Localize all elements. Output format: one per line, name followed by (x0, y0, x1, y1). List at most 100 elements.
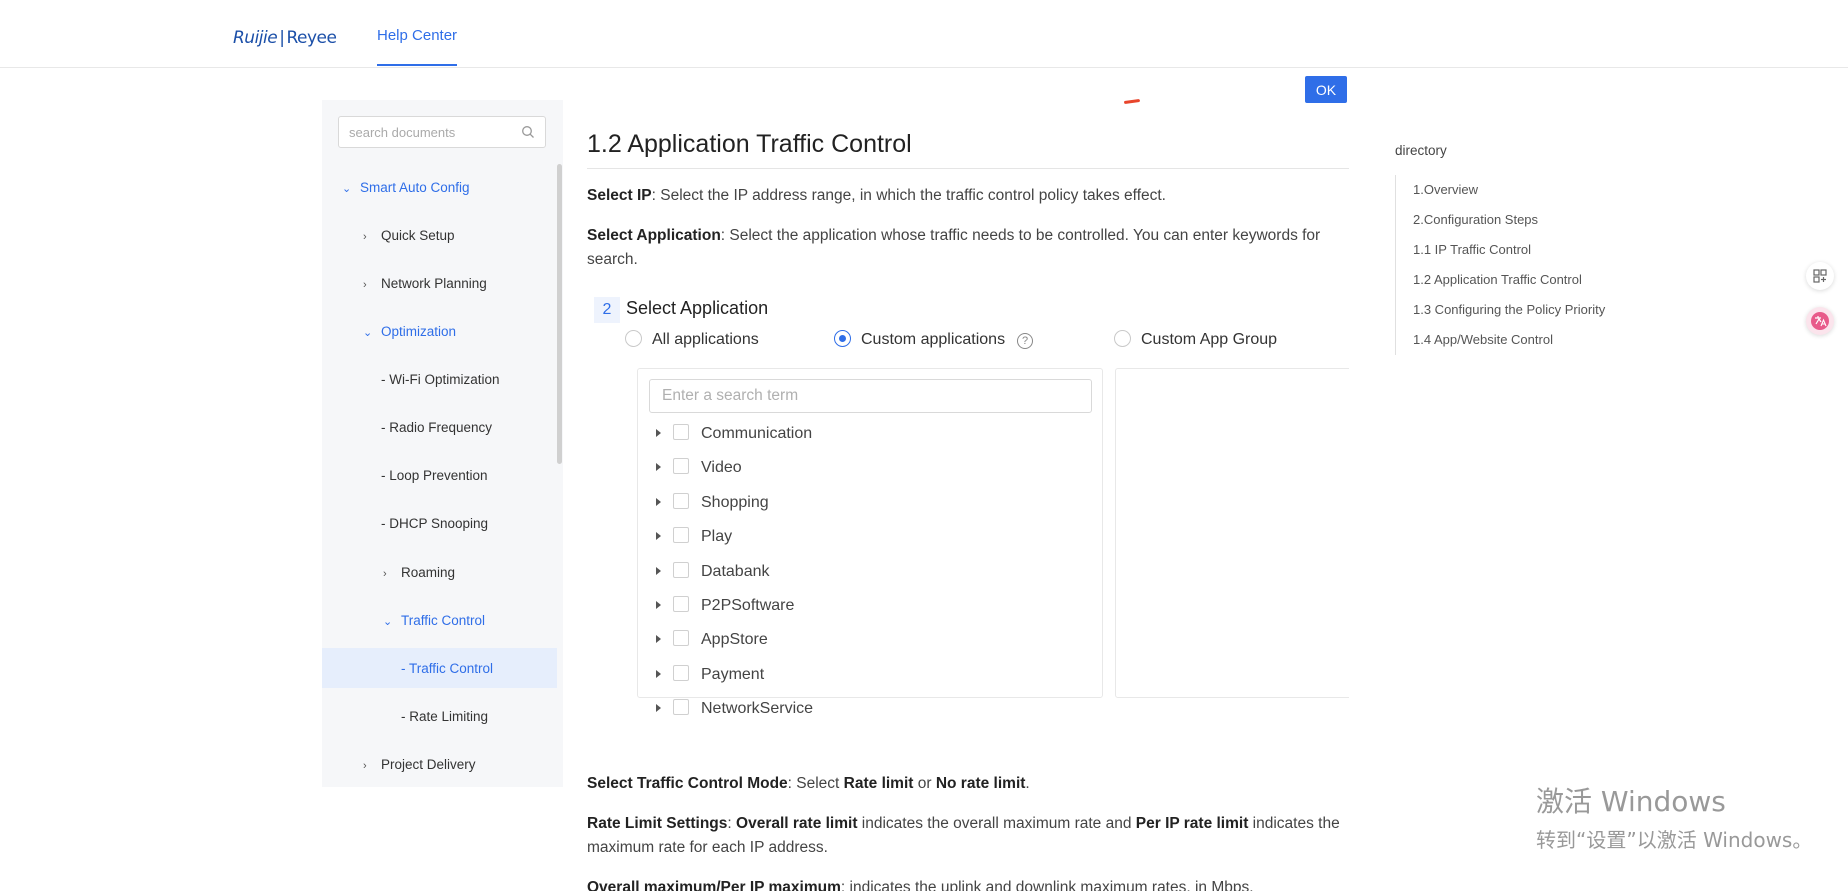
doc-search-box (338, 116, 546, 148)
app-label: Communication (701, 425, 813, 442)
tree-item-quick-setup[interactable]: › Quick Setup (363, 228, 455, 243)
tree-item-wifi-optimization[interactable]: - Wi-Fi Optimization (381, 372, 500, 387)
red-mark-decoration (1123, 98, 1141, 105)
app-row-shopping[interactable]: Shopping (656, 493, 769, 512)
tree-item-optimization[interactable]: ⌄ Optimization (363, 324, 456, 339)
radio-circle (1114, 330, 1131, 347)
directory-heading: directory (1395, 143, 1447, 158)
para-text: or (913, 775, 936, 792)
radio-custom-app-group[interactable]: Custom App Group (1114, 330, 1277, 349)
tree-item-dhcp-snooping[interactable]: - DHCP Snooping (381, 516, 488, 531)
logo-ruijie-text: Ruijie (233, 28, 278, 48)
expand-triangle-icon[interactable] (656, 601, 661, 609)
app-label: AppStore (701, 631, 768, 648)
toc-item-app-website-control[interactable]: 1.4 App/Website Control (1413, 325, 1605, 355)
term-per-ip-maximum: Per IP maximum (720, 879, 841, 891)
expand-triangle-icon[interactable] (656, 463, 661, 471)
help-question-icon[interactable]: ? (1017, 333, 1034, 349)
expand-triangle-icon[interactable] (656, 567, 661, 575)
checkbox[interactable] (673, 630, 689, 646)
app-row-payment[interactable]: Payment (656, 665, 764, 684)
toc-item-configuration-steps[interactable]: 2.Configuration Steps (1413, 205, 1605, 235)
app-search-input[interactable] (649, 379, 1092, 413)
expand-triangle-icon[interactable] (656, 532, 661, 540)
app-row-communication[interactable]: Communication (656, 424, 812, 443)
term-rate-limit-settings: Rate Limit Settings (587, 815, 728, 832)
term-overall-rate-limit: Overall rate limit (736, 815, 858, 832)
sidebar-scrollbar[interactable] (557, 164, 562, 464)
float-apps-button[interactable] (1806, 262, 1834, 290)
checkbox[interactable] (673, 562, 689, 578)
tree-item-rate-limiting[interactable]: - Rate Limiting (401, 709, 488, 724)
tree-item-label: Quick Setup (381, 228, 455, 243)
expand-triangle-icon[interactable] (656, 498, 661, 506)
doc-content: OK 1.2 Application Traffic Control Selec… (587, 68, 1349, 891)
expand-triangle-icon[interactable] (656, 429, 661, 437)
tree-item-traffic-control-folder[interactable]: ⌄ Traffic Control (383, 613, 485, 628)
logo-separator: | (279, 28, 285, 48)
expand-triangle-icon[interactable] (656, 704, 661, 712)
tree-item-label: Network Planning (381, 276, 487, 291)
chevron-down-icon: ⌄ (363, 327, 373, 339)
app-row-databank[interactable]: Databank (656, 562, 770, 581)
expand-triangle-icon[interactable] (656, 670, 661, 678)
app-label: Databank (701, 563, 770, 580)
para-select-application: Select Application: Select the applicati… (587, 224, 1347, 272)
tree-item-project-delivery[interactable]: › Project Delivery (363, 757, 476, 772)
checkbox[interactable] (673, 665, 689, 681)
nav-help-center[interactable]: Help Center (377, 27, 458, 66)
app-row-appstore[interactable]: AppStore (656, 630, 768, 649)
watermark-line-1: 激活 Windows (1536, 785, 1726, 818)
selected-apps-panel (1115, 368, 1349, 698)
logo-reyee-text: Reyee (286, 28, 337, 48)
term-traffic-control-mode: Select Traffic Control Mode (587, 775, 788, 792)
doc-search-input[interactable] (339, 117, 509, 147)
checkbox[interactable] (673, 596, 689, 612)
radio-all-applications[interactable]: All applications (625, 330, 759, 349)
page-title: 1.2 Application Traffic Control (587, 130, 1349, 169)
checkbox[interactable] (673, 527, 689, 543)
app-tree-panel: Communication Video Shopping Play Databa… (637, 368, 1103, 717)
float-translate-button[interactable] (1806, 307, 1834, 335)
para-text: : (727, 815, 737, 832)
app-row-play[interactable]: Play (656, 527, 732, 546)
toc-item-application-traffic-control[interactable]: 1.2 Application Traffic Control (1413, 265, 1605, 295)
toc-item-ip-traffic-control[interactable]: 1.1 IP Traffic Control (1413, 235, 1605, 265)
doc-sidebar: ⌄ Smart Auto Config › Quick Setup › Network… (322, 100, 563, 787)
app-row-p2psoftware[interactable]: P2PSoftware (656, 596, 794, 615)
expand-triangle-icon[interactable] (656, 635, 661, 643)
toc-item-overview[interactable]: 1.Overview (1413, 175, 1605, 205)
search-icon[interactable] (521, 125, 535, 139)
para-text: : indicates the uplink and downlink maxi… (840, 879, 1254, 891)
radio-custom-applications[interactable]: Custom applications? (834, 330, 1034, 349)
step-title: Select Application (626, 298, 769, 318)
app-label: Video (701, 459, 742, 476)
tree-item-traffic-control[interactable]: - Traffic Control (401, 661, 493, 676)
app-row-video[interactable]: Video (656, 458, 742, 477)
tree-item-radio-frequency[interactable]: - Radio Frequency (381, 420, 492, 435)
checkbox[interactable] (673, 424, 689, 440)
radio-circle (625, 330, 642, 347)
embedded-screenshot-select-application: 2 Select Application All applications Cu… (594, 296, 1349, 717)
tree-item-smart-auto-config[interactable]: ⌄ Smart Auto Config (342, 180, 470, 195)
app-row-networkservice[interactable]: NetworkService (656, 699, 813, 718)
checkbox[interactable] (673, 493, 689, 509)
toc-item-policy-priority[interactable]: 1.3 Configuring the Policy Priority (1413, 295, 1605, 325)
tree-item-loop-prevention[interactable]: - Loop Prevention (381, 468, 488, 483)
term-per-ip-rate-limit: Per IP rate limit (1135, 815, 1249, 832)
checkbox[interactable] (673, 458, 689, 474)
para-rate-limit-settings: Rate Limit Settings: Overall rate limit … (587, 812, 1347, 860)
app-label: NetworkService (701, 700, 814, 717)
top-navbar: Ruijie | Reyee Help Center (0, 0, 1848, 68)
app-label: Shopping (701, 494, 769, 511)
tree-item-roaming[interactable]: › Roaming (383, 565, 455, 580)
para-text: : Select (787, 775, 844, 792)
ok-button[interactable]: OK (1305, 76, 1347, 103)
app-label: P2PSoftware (701, 597, 795, 614)
para-text: . (1025, 775, 1030, 792)
tree-item-network-planning[interactable]: › Network Planning (363, 276, 487, 291)
term-overall-maximum: Overall maximum (587, 879, 717, 891)
ruijie-reyee-logo[interactable]: Ruijie | Reyee (233, 28, 337, 48)
para-text: : Select the IP address range, in which … (651, 187, 1166, 204)
checkbox[interactable] (673, 699, 689, 715)
